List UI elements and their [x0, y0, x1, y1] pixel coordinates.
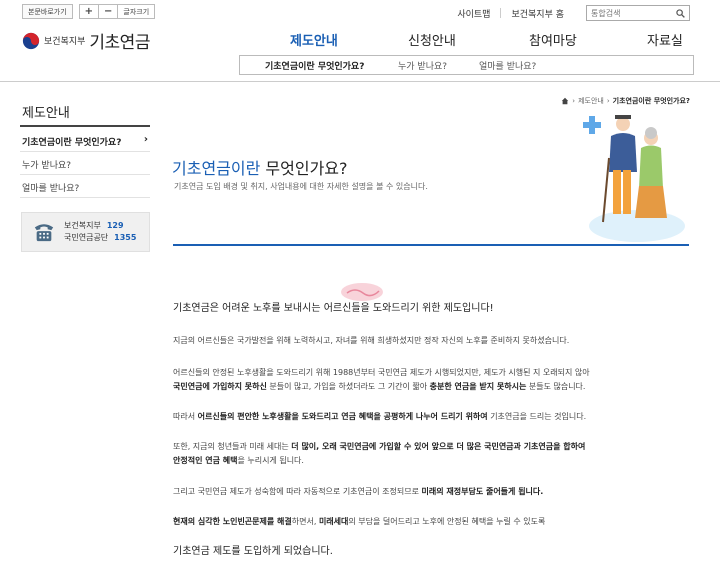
- ministry-name: 보건복지부: [44, 37, 86, 47]
- lnb-item-what[interactable]: 기초연금이란 무엇인가요? ›: [22, 134, 150, 148]
- contact-row: 국민연금공단 1355: [64, 233, 137, 242]
- subnav-item-what[interactable]: 기초연금이란 무엇인가요?: [265, 59, 364, 72]
- paragraph: 어르신들의 안정된 노후생활을 도와드리기 위해 1988년부터 국민연금 제도…: [173, 368, 590, 391]
- search-input[interactable]: [591, 8, 671, 18]
- breadcrumb: › 제도안내 › 기초연금이란 무엇인가요?: [561, 96, 690, 106]
- gnb-item-participate[interactable]: 참여마당: [529, 30, 577, 49]
- title-divider: [173, 244, 689, 246]
- lnb-item-label: 얼마를 받나요?: [22, 184, 80, 194]
- paragraph: 그리고 국민연금 제도가 성숙함에 따라 자동적으로 기초연금이 조정되므로 미…: [173, 487, 544, 496]
- elderly-couple-illustration: [583, 115, 685, 242]
- utility-left: 본문바로가기 + − 글자크기: [22, 4, 156, 19]
- breadcrumb-current: 기초연금이란 무엇인가요?: [612, 97, 690, 105]
- home-icon[interactable]: [561, 97, 569, 105]
- contact-list: 보건복지부 129 국민연금공단 1355: [64, 220, 136, 244]
- lnb-item-who[interactable]: 누가 받나요?: [22, 158, 150, 171]
- closing-paragraph: 기초연금 제도를 도입하게 되었습니다.: [173, 546, 333, 557]
- subnav-item-who[interactable]: 누가 받나요?: [398, 59, 447, 72]
- ministry-home-link[interactable]: 보건복지부 홈: [501, 7, 574, 20]
- utility-right: 사이트맵 보건복지부 홈: [447, 5, 690, 21]
- contact-number: 129: [106, 221, 124, 230]
- breadcrumb-parent[interactable]: 제도안내: [578, 96, 604, 106]
- divider: [20, 174, 150, 175]
- gnb-item-apply[interactable]: 신청안내: [408, 30, 456, 49]
- contact-box: 보건복지부 129 국민연금공단 1355: [21, 212, 150, 252]
- skip-to-content-button[interactable]: 본문바로가기: [22, 4, 73, 19]
- sub-nav: 기초연금이란 무엇인가요? 누가 받나요? 얼마를 받나요?: [239, 55, 694, 75]
- page-title: 기초연금이란 무엇인가요?: [172, 159, 348, 178]
- paragraph: 지금의 어르신들은 국가발전을 위해 노력하시고, 자녀를 위해 희생하셨지만 …: [173, 336, 570, 345]
- font-size-control: + − 글자크기: [78, 4, 156, 19]
- sitemap-link[interactable]: 사이트맵: [447, 7, 500, 20]
- search-icon[interactable]: [676, 8, 685, 18]
- lead-paragraph: 기초연금은 어려운 노후를 보내시는 어르신들을 도와드리기 위한 제도입니다!: [173, 303, 494, 314]
- site-logo[interactable]: 보건복지부 기초연금: [22, 28, 150, 53]
- font-minus-button[interactable]: −: [99, 5, 119, 18]
- lnb-title: 제도안내: [22, 106, 70, 121]
- search-box: [586, 5, 690, 21]
- paragraph: 따라서 어르신들의 편안한 노후생활을 도와드리고 연금 혜택을 공평하게 나누…: [173, 412, 587, 421]
- gnb-item-library[interactable]: 자료실: [647, 30, 683, 49]
- paragraph: 현재의 심각한 노인빈곤문제를 해결하면서, 미래세대의 부담을 덜어드리고 노…: [173, 517, 546, 526]
- font-size-label: 글자크기: [123, 7, 150, 16]
- brand-name: 기초연금: [89, 33, 150, 53]
- lnb-item-howmuch[interactable]: 얼마를 받나요?: [22, 181, 150, 194]
- lnb-item-label: 기초연금이란 무엇인가요?: [22, 138, 122, 148]
- taegeuk-icon: [22, 32, 40, 49]
- gnb-item-guide[interactable]: 제도안내: [290, 30, 338, 49]
- stamp-icon: [341, 283, 383, 301]
- header-divider: [0, 81, 720, 82]
- divider: [20, 197, 150, 198]
- divider: [20, 151, 150, 152]
- page-description: 기초연금 도입 배경 및 취지, 사업내용에 대한 자세한 설명을 볼 수 있습…: [174, 182, 428, 191]
- lnb-item-label: 누가 받나요?: [22, 161, 72, 171]
- contact-number: 1355: [114, 233, 137, 242]
- font-plus-button[interactable]: +: [80, 5, 100, 18]
- phone-icon: [34, 224, 54, 242]
- subnav-item-howmuch[interactable]: 얼마를 받나요?: [479, 59, 536, 72]
- paragraph: 또한, 지금의 청년들과 미래 세대는 더 많이, 오래 국민연금에 가입할 수…: [173, 442, 586, 465]
- chevron-right-icon: ›: [143, 134, 148, 145]
- contact-row: 보건복지부 129: [64, 221, 124, 230]
- lnb-title-underline: [20, 125, 150, 127]
